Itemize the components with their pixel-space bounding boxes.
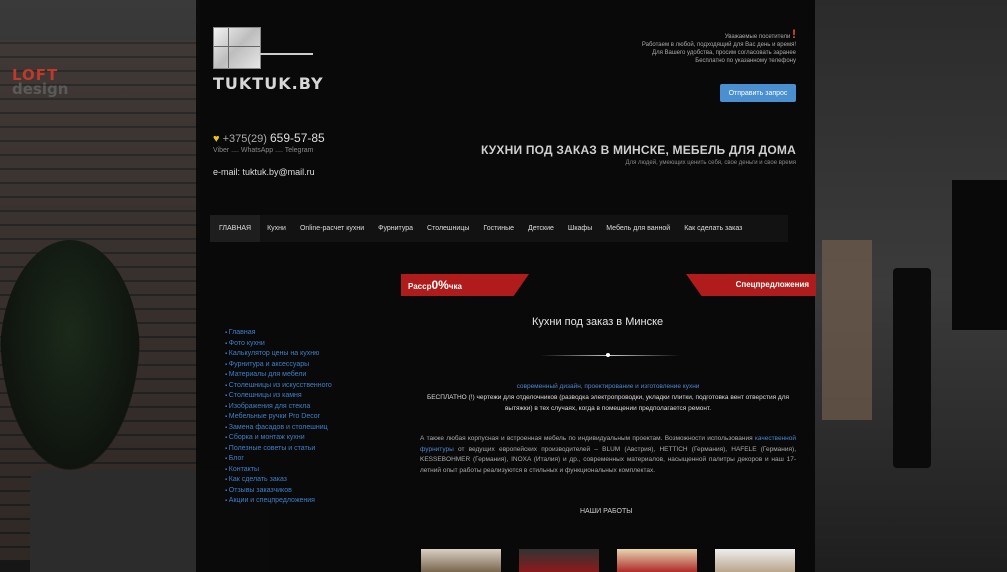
sidebar-item[interactable]: Материалы для мебели <box>225 370 332 381</box>
installment-ribbon[interactable]: Расср0%чка <box>401 274 529 296</box>
sidebar-item[interactable]: Акции и спецпредложения <box>225 496 332 507</box>
sidebar-menu: Главная Фото кухни Калькулятор цены на к… <box>225 328 332 507</box>
nav-item-how-to-order[interactable]: Как сделать заказ <box>677 215 749 242</box>
site-logo-icon[interactable] <box>213 27 261 69</box>
page-headline: КУХНИ ПОД ЗАКАЗ В МИНСКЕ, МЕБЕЛЬ ДЛЯ ДОМ… <box>480 143 796 157</box>
notice-line: Бесплатно по указанному телефону <box>695 58 796 64</box>
content-title: Кухни под заказ в Минске <box>532 316 664 328</box>
sidebar-item[interactable]: Отзывы заказчиков <box>225 486 332 497</box>
exclamation-icon: ! <box>792 27 796 41</box>
notice-block: Уважаемые посетители ! Работаем в любой,… <box>641 27 796 65</box>
sidebar-item[interactable]: Замена фасадов и столешниц <box>225 423 332 434</box>
loft-design-logo: LOFT design <box>12 68 69 98</box>
sidebar-item[interactable]: Изображения для стекла <box>225 402 332 413</box>
loft-logo-line2: design <box>12 80 69 98</box>
phone-row: ♥ +375(29) 659-57-85 <box>213 131 325 145</box>
sidebar-item[interactable]: Как сделать заказ <box>225 475 332 486</box>
nav-item-living-rooms[interactable]: Гостиные <box>476 215 521 242</box>
tv-decoration <box>952 180 1007 330</box>
sidebar-item[interactable]: Главная <box>225 328 332 339</box>
page-subline: Для людей, умеющих ценить себя, свое ден… <box>625 160 796 166</box>
work-thumbnail[interactable] <box>519 549 599 572</box>
plant-decoration <box>0 240 140 470</box>
notice-title: Уважаемые посетители <box>724 34 791 40</box>
intro-text: современный дизайн, проектирование и изг… <box>420 381 796 414</box>
sidebar-item[interactable]: Сборка и монтаж кухни <box>225 433 332 444</box>
nav-item-kitchens[interactable]: Кухни <box>260 215 293 242</box>
sidebar-item[interactable]: Фурнитура и аксессуары <box>225 360 332 371</box>
sidebar-item[interactable]: Калькулятор цены на кухню <box>225 349 332 360</box>
work-thumbnail[interactable] <box>421 549 501 572</box>
logo-underline <box>259 53 313 55</box>
sidebar-item[interactable]: Фото кухни <box>225 339 332 350</box>
nav-item-kids[interactable]: Детские <box>521 215 561 242</box>
works-title: НАШИ РАБОТЫ <box>580 508 633 515</box>
intro-rest: БЕСПЛАТНО (!) чертежи для отделочников (… <box>426 394 790 412</box>
main-nav: ГЛАВНАЯ Кухни Online-расчет кухни Фурнит… <box>210 215 788 242</box>
sidebar-item[interactable]: Полезные советы и статьи <box>225 444 332 455</box>
divider-dot <box>606 353 610 357</box>
site-name[interactable]: TUKTUK.BY <box>213 74 324 93</box>
installment-suffix: чка <box>448 282 462 291</box>
installment-prefix: Расср <box>408 282 432 291</box>
phone-prefix: +375(29) <box>222 133 267 145</box>
doorway-decoration <box>822 240 872 420</box>
special-offers-ribbon[interactable]: Спецпредложения <box>686 274 816 296</box>
sidebar-item[interactable]: Контакты <box>225 465 332 476</box>
nav-item-bathroom[interactable]: Мебель для ванной <box>599 215 677 242</box>
nav-item-online-calc[interactable]: Online-расчет кухни <box>293 215 371 242</box>
notice-line: Работаем в любой, подходящий для Вас ден… <box>641 42 796 48</box>
work-thumbnail[interactable] <box>715 549 795 572</box>
sidebar-item[interactable]: Столешницы из камня <box>225 391 332 402</box>
installment-zero: 0% <box>431 278 449 292</box>
description-paragraph: А также любая корпусная и встроенная меб… <box>420 434 796 476</box>
nav-item-hardware[interactable]: Фурнитура <box>371 215 420 242</box>
notice-line: Для Вашего удобства, просим согласовать … <box>652 50 796 56</box>
nav-item-wardrobes[interactable]: Шкафы <box>561 215 599 242</box>
messengers-list: Viber .... WhatsApp .... Telegram <box>213 147 314 154</box>
sidebar-item[interactable]: Блог <box>225 454 332 465</box>
sidebar-item[interactable]: Столешницы из искусственного <box>225 381 332 392</box>
speaker-decoration <box>893 268 931 468</box>
para-end: от ведущих европейских производителей – … <box>420 445 797 474</box>
heart-icon: ♥ <box>213 133 220 145</box>
work-thumbnail[interactable] <box>617 549 697 572</box>
email-link[interactable]: e-mail: tuktuk.by@mail.ru <box>213 167 315 177</box>
title-divider <box>540 355 680 356</box>
phone-number[interactable]: 659-57-85 <box>270 131 325 145</box>
send-request-button[interactable]: Отправить запрос <box>720 84 796 102</box>
nav-item-home[interactable]: ГЛАВНАЯ <box>210 215 261 242</box>
sidebar-item[interactable]: Мебельные ручки Pro Decor <box>225 412 332 423</box>
intro-highlight[interactable]: современный дизайн, проектирование и изг… <box>517 383 700 390</box>
para-start: А также любая корпусная и встроенная меб… <box>420 435 753 442</box>
nav-item-countertops[interactable]: Столешницы <box>420 215 476 242</box>
